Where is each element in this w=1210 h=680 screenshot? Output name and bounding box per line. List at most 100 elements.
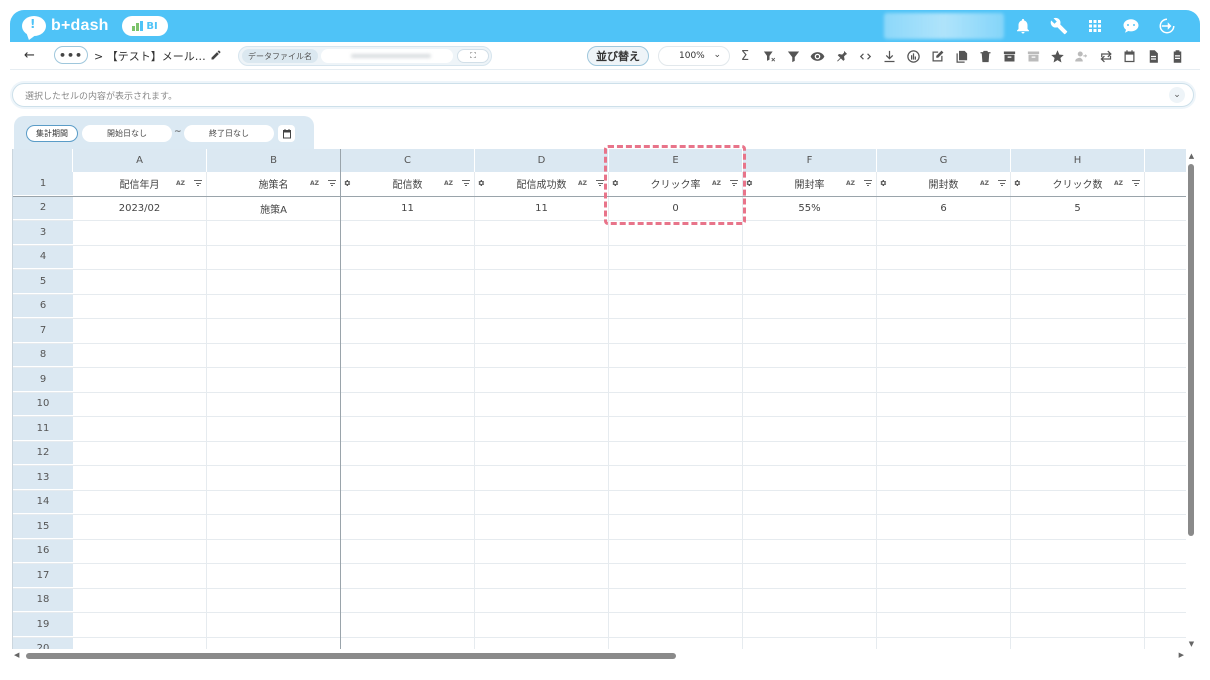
sort-az-icon[interactable]: AZ: [578, 180, 587, 187]
empty-cell[interactable]: [341, 221, 475, 245]
data-cell[interactable]: 55%: [743, 196, 877, 220]
empty-cell[interactable]: [743, 588, 877, 612]
empty-cell[interactable]: [207, 392, 341, 416]
empty-cell[interactable]: [609, 613, 743, 637]
empty-cell[interactable]: [609, 490, 743, 514]
empty-cell[interactable]: [743, 270, 877, 294]
empty-cell[interactable]: [609, 368, 743, 392]
empty-cell[interactable]: [73, 637, 207, 649]
empty-cell[interactable]: [1011, 466, 1145, 490]
empty-cell[interactable]: [743, 441, 877, 465]
sort-az-icon[interactable]: AZ: [712, 180, 721, 187]
empty-cell[interactable]: [207, 466, 341, 490]
empty-cell[interactable]: [609, 588, 743, 612]
filter-lines-icon[interactable]: [730, 180, 738, 186]
empty-cell[interactable]: [207, 343, 341, 367]
field-header-cell[interactable]: 配信年月 AZ: [73, 172, 207, 196]
download-icon[interactable]: [880, 47, 898, 65]
column-header-a[interactable]: A: [73, 149, 207, 172]
empty-cell[interactable]: [207, 637, 341, 649]
eye-icon[interactable]: [808, 47, 826, 65]
empty-cell[interactable]: [1011, 368, 1145, 392]
empty-cell[interactable]: [609, 564, 743, 588]
empty-cell[interactable]: [743, 417, 877, 441]
empty-cell[interactable]: [743, 613, 877, 637]
end-date-field[interactable]: 終了日なし: [184, 125, 274, 142]
scroll-right-icon[interactable]: ▶: [1179, 651, 1184, 659]
scroll-down-icon[interactable]: ▼: [1187, 640, 1196, 648]
empty-cell[interactable]: [207, 319, 341, 343]
empty-cell[interactable]: [1011, 343, 1145, 367]
expand-icon[interactable]: ⛶: [457, 49, 489, 63]
empty-cell[interactable]: [73, 490, 207, 514]
empty-cell[interactable]: [877, 490, 1011, 514]
empty-cell[interactable]: [73, 294, 207, 318]
trash-icon[interactable]: [976, 47, 994, 65]
horizontal-scroll-thumb[interactable]: [26, 653, 676, 659]
empty-cell[interactable]: [1011, 392, 1145, 416]
empty-cell[interactable]: [73, 221, 207, 245]
empty-cell[interactable]: [877, 441, 1011, 465]
empty-cell[interactable]: [341, 539, 475, 563]
empty-cell[interactable]: [1011, 319, 1145, 343]
filter-icon[interactable]: [784, 47, 802, 65]
empty-cell[interactable]: [341, 490, 475, 514]
row-number[interactable]: 13: [13, 466, 73, 490]
period-label[interactable]: 集計期間: [26, 125, 78, 142]
empty-cell[interactable]: [73, 613, 207, 637]
logo[interactable]: ! b+dash: [22, 15, 109, 37]
empty-cell[interactable]: [207, 564, 341, 588]
empty-cell[interactable]: [1011, 245, 1145, 269]
empty-cell[interactable]: [73, 245, 207, 269]
empty-cell[interactable]: [743, 294, 877, 318]
empty-cell[interactable]: [1011, 294, 1145, 318]
data-cell[interactable]: 0: [609, 196, 743, 220]
empty-cell[interactable]: [609, 466, 743, 490]
edit-box-icon[interactable]: [928, 47, 946, 65]
breadcrumb[interactable]: > 【テスト】メール…: [94, 48, 206, 64]
empty-cell[interactable]: [1011, 441, 1145, 465]
empty-cell[interactable]: [475, 392, 609, 416]
empty-cell[interactable]: [1011, 539, 1145, 563]
empty-cell[interactable]: [475, 270, 609, 294]
vertical-scrollbar[interactable]: ▲ ▼: [1187, 152, 1196, 648]
filter-lines-icon[interactable]: [194, 180, 202, 186]
row-number[interactable]: 5: [13, 270, 73, 294]
chat-bot-icon[interactable]: [1120, 15, 1142, 37]
column-header-e[interactable]: E: [609, 149, 743, 172]
zoom-select[interactable]: 100% ⌄: [658, 46, 730, 66]
chevron-down-icon[interactable]: ⌄: [1169, 87, 1185, 103]
bi-badge[interactable]: BI: [122, 16, 168, 36]
empty-cell[interactable]: [207, 539, 341, 563]
sort-az-icon[interactable]: AZ: [980, 180, 989, 187]
empty-cell[interactable]: [743, 221, 877, 245]
empty-cell[interactable]: [207, 490, 341, 514]
code-icon[interactable]: [856, 47, 874, 65]
empty-cell[interactable]: [1011, 564, 1145, 588]
field-header-cell[interactable]: 施策名 AZ: [207, 172, 341, 196]
empty-cell[interactable]: [341, 441, 475, 465]
empty-cell[interactable]: [475, 245, 609, 269]
empty-cell[interactable]: [1011, 613, 1145, 637]
empty-cell[interactable]: [475, 490, 609, 514]
empty-cell[interactable]: [341, 368, 475, 392]
empty-cell[interactable]: [743, 564, 877, 588]
empty-cell[interactable]: [207, 368, 341, 392]
empty-cell[interactable]: [877, 294, 1011, 318]
empty-cell[interactable]: [207, 515, 341, 539]
row-number[interactable]: 15: [13, 515, 73, 539]
user-info-blurred[interactable]: [884, 13, 1004, 39]
empty-cell[interactable]: [1011, 515, 1145, 539]
calendar-picker-icon[interactable]: [278, 125, 295, 142]
row-number[interactable]: 9: [13, 368, 73, 392]
pencil-icon[interactable]: [210, 49, 222, 61]
empty-cell[interactable]: [743, 392, 877, 416]
empty-cell[interactable]: [877, 515, 1011, 539]
filter-lines-icon[interactable]: [462, 180, 470, 186]
data-cell[interactable]: 11: [475, 196, 609, 220]
filter-lines-icon[interactable]: [1132, 180, 1140, 186]
sigma-icon[interactable]: Σ: [736, 47, 754, 65]
apps-grid-icon[interactable]: [1084, 15, 1106, 37]
empty-cell[interactable]: [475, 539, 609, 563]
logout-icon[interactable]: [1156, 15, 1178, 37]
